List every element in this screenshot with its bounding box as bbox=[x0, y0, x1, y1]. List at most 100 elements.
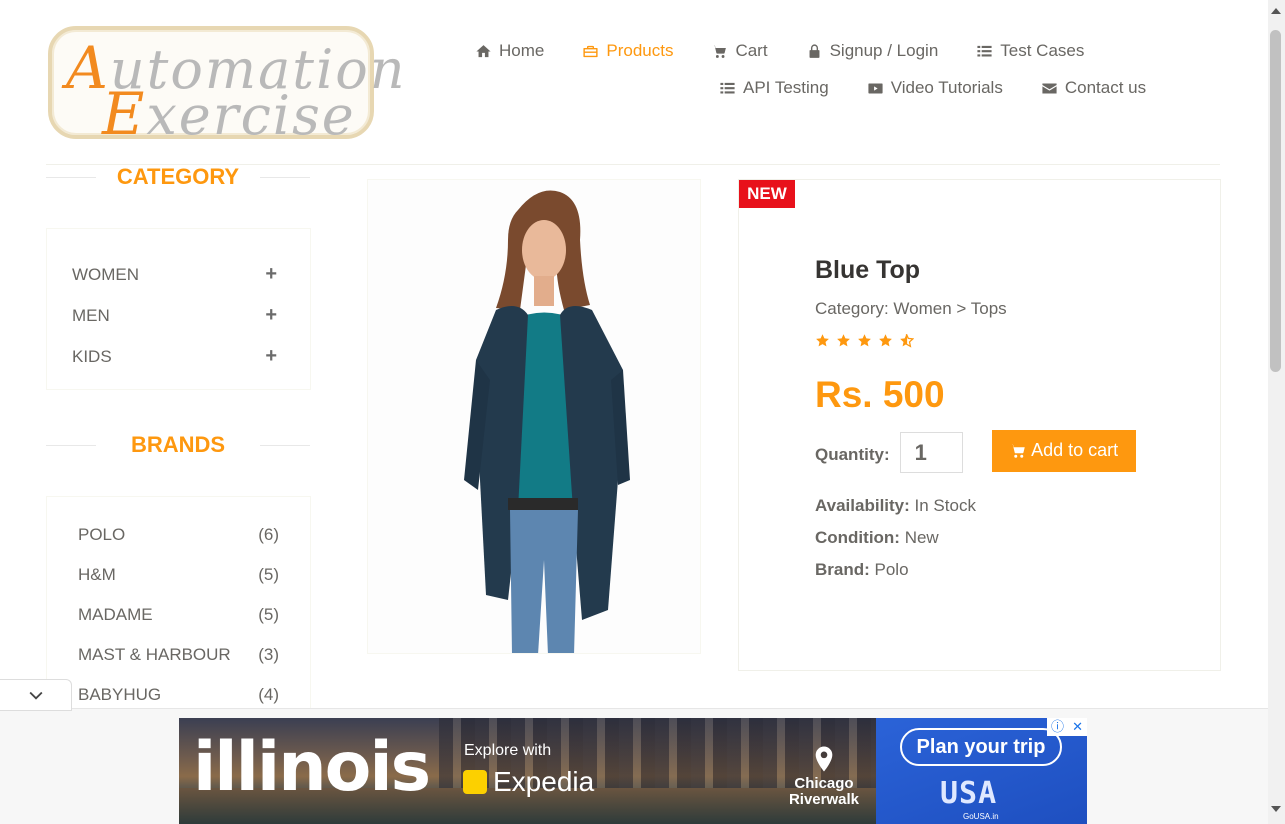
brand-count: (5) bbox=[258, 605, 279, 624]
product-meta: Availability: In Stock Condition: New Br… bbox=[815, 490, 1195, 586]
brand-madame[interactable]: MADAME (5) bbox=[47, 595, 310, 635]
product-price: Rs. 500 bbox=[815, 374, 945, 415]
nav-video-tutorials[interactable]: Video Tutorials bbox=[867, 70, 1003, 106]
plus-icon[interactable]: + bbox=[265, 345, 277, 368]
brand-label: BABYHUG bbox=[78, 685, 162, 704]
ad-gousa: GoUSA.in bbox=[963, 812, 999, 821]
brand-label: MADAME bbox=[78, 605, 153, 624]
new-badge: NEW bbox=[739, 180, 795, 208]
category-women[interactable]: WOMEN + bbox=[47, 254, 310, 295]
product-photo bbox=[464, 190, 630, 653]
ad-usa: USA bbox=[940, 776, 998, 811]
brand-polo[interactable]: POLO (6) bbox=[47, 515, 310, 555]
nav-label: Test Cases bbox=[1000, 41, 1085, 60]
nav-label: Home bbox=[499, 41, 545, 60]
ad-place: Chicago Riverwalk bbox=[788, 775, 860, 808]
brand-hm[interactable]: H&M (5) bbox=[47, 555, 310, 595]
cart-icon bbox=[1010, 443, 1025, 458]
scroll-down-arrow-icon[interactable] bbox=[1271, 806, 1281, 812]
quantity-label: Quantity: bbox=[815, 444, 890, 464]
ad-close-icon[interactable]: ✕ bbox=[1072, 718, 1083, 736]
envelope-icon bbox=[1042, 83, 1057, 93]
category-panel: WOMEN + MEN + KIDS + bbox=[46, 228, 311, 390]
category-heading: CATEGORY bbox=[46, 164, 310, 190]
category-label: MEN bbox=[72, 305, 110, 325]
map-pin-icon bbox=[815, 746, 833, 772]
list-icon bbox=[720, 82, 735, 93]
star-icon bbox=[879, 334, 892, 347]
expedia-logo-icon bbox=[463, 770, 487, 794]
star-icon bbox=[816, 334, 829, 347]
brand: Brand: Polo bbox=[815, 560, 909, 579]
advertisement-banner[interactable]: illinois Explore with Expedia Chicago Ri… bbox=[179, 718, 1087, 824]
brand-label: H&M bbox=[78, 565, 116, 584]
add-to-cart-button[interactable]: Add to cart bbox=[991, 429, 1136, 472]
product-details: Blue Top Category: Women > Tops Rs. 500 … bbox=[815, 252, 1195, 586]
ad-info-icon[interactable]: ⓘ bbox=[1051, 718, 1064, 736]
site-logo[interactable]: Automation Exercise bbox=[48, 26, 405, 148]
category-label: WOMEN bbox=[72, 264, 140, 284]
ad-collapse-button[interactable] bbox=[0, 679, 72, 711]
category-kids[interactable]: KIDS + bbox=[47, 336, 310, 377]
briefcase-icon bbox=[583, 45, 598, 57]
chevron-down-icon bbox=[29, 691, 42, 700]
quantity-input[interactable] bbox=[899, 432, 963, 473]
logo-line-2: Exercise bbox=[102, 80, 356, 148]
availability: Availability: In Stock bbox=[815, 496, 976, 515]
brands-panel: POLO (6) H&M (5) MADAME (5) MAST & HARBO… bbox=[46, 496, 311, 726]
nav-cart[interactable]: Cart bbox=[711, 33, 768, 69]
nav-api-testing[interactable]: API Testing bbox=[719, 70, 829, 106]
rating-stars bbox=[815, 333, 1195, 348]
home-icon bbox=[476, 44, 491, 57]
ad-explore: Explore with bbox=[464, 742, 552, 759]
brands-heading: BRANDS bbox=[46, 432, 310, 458]
quantity-row: Quantity: Add to cart bbox=[815, 429, 1195, 473]
plus-icon[interactable]: + bbox=[265, 304, 277, 327]
nav-label: Cart bbox=[735, 41, 768, 60]
nav-signup-login[interactable]: Signup / Login bbox=[806, 33, 939, 69]
nav-products[interactable]: Products bbox=[582, 33, 673, 69]
brand-count: (4) bbox=[258, 685, 279, 704]
brand-mast-harbour[interactable]: MAST & HARBOUR (3) bbox=[47, 635, 310, 675]
scrollbar-thumb[interactable] bbox=[1270, 30, 1281, 372]
product-image bbox=[367, 179, 701, 654]
nav-label: Contact us bbox=[1064, 78, 1147, 97]
star-icon bbox=[837, 334, 850, 347]
product-info: NEW Blue Top Category: Women > Tops Rs. … bbox=[738, 179, 1221, 671]
nav-row-2: API Testing Video Tutorials Contact us bbox=[440, 70, 1180, 106]
nav-label: Video Tutorials bbox=[890, 78, 1003, 97]
lock-icon bbox=[809, 43, 820, 58]
brand-label: POLO bbox=[78, 525, 126, 544]
cart-icon bbox=[712, 44, 727, 58]
condition: Condition: New bbox=[815, 528, 939, 547]
plus-icon[interactable]: + bbox=[265, 263, 277, 286]
brand-count: (5) bbox=[258, 565, 279, 584]
ad-plan-button[interactable]: Plan your trip bbox=[900, 728, 1062, 766]
category-men[interactable]: MEN + bbox=[47, 295, 310, 336]
scroll-up-arrow-icon[interactable] bbox=[1271, 8, 1281, 14]
list-icon bbox=[977, 45, 992, 56]
nav-home[interactable]: Home bbox=[475, 33, 544, 69]
ad-expedia: Expedia bbox=[463, 766, 594, 798]
product-category: Category: Women > Tops bbox=[815, 299, 1007, 318]
ad-image: illinois Explore with Expedia Chicago Ri… bbox=[179, 718, 876, 824]
star-icon bbox=[858, 334, 871, 347]
nav-test-cases[interactable]: Test Cases bbox=[976, 33, 1084, 69]
page: Automation Exercise Home Products Cart S… bbox=[0, 0, 1285, 824]
brand-count: (6) bbox=[258, 525, 279, 544]
nav-row-1: Home Products Cart Signup / Login Test C… bbox=[440, 33, 1180, 69]
nav-label: API Testing bbox=[743, 78, 829, 97]
nav-label: Products bbox=[606, 41, 674, 60]
product-name: Blue Top bbox=[815, 256, 921, 284]
main-nav: Home Products Cart Signup / Login Test C… bbox=[440, 33, 1180, 106]
nav-contact-us[interactable]: Contact us bbox=[1041, 70, 1146, 106]
nav-label: Signup / Login bbox=[829, 41, 939, 60]
ad-controls: ⓘ ✕ bbox=[1047, 718, 1087, 736]
add-to-cart-label: Add to cart bbox=[1031, 440, 1119, 460]
category-label: KIDS bbox=[72, 346, 112, 366]
star-half-icon bbox=[900, 333, 914, 348]
brand-label: MAST & HARBOUR bbox=[78, 645, 231, 664]
ad-expedia-label: Expedia bbox=[493, 766, 595, 797]
ad-headline: illinois bbox=[193, 728, 431, 807]
youtube-play-icon bbox=[868, 83, 883, 93]
